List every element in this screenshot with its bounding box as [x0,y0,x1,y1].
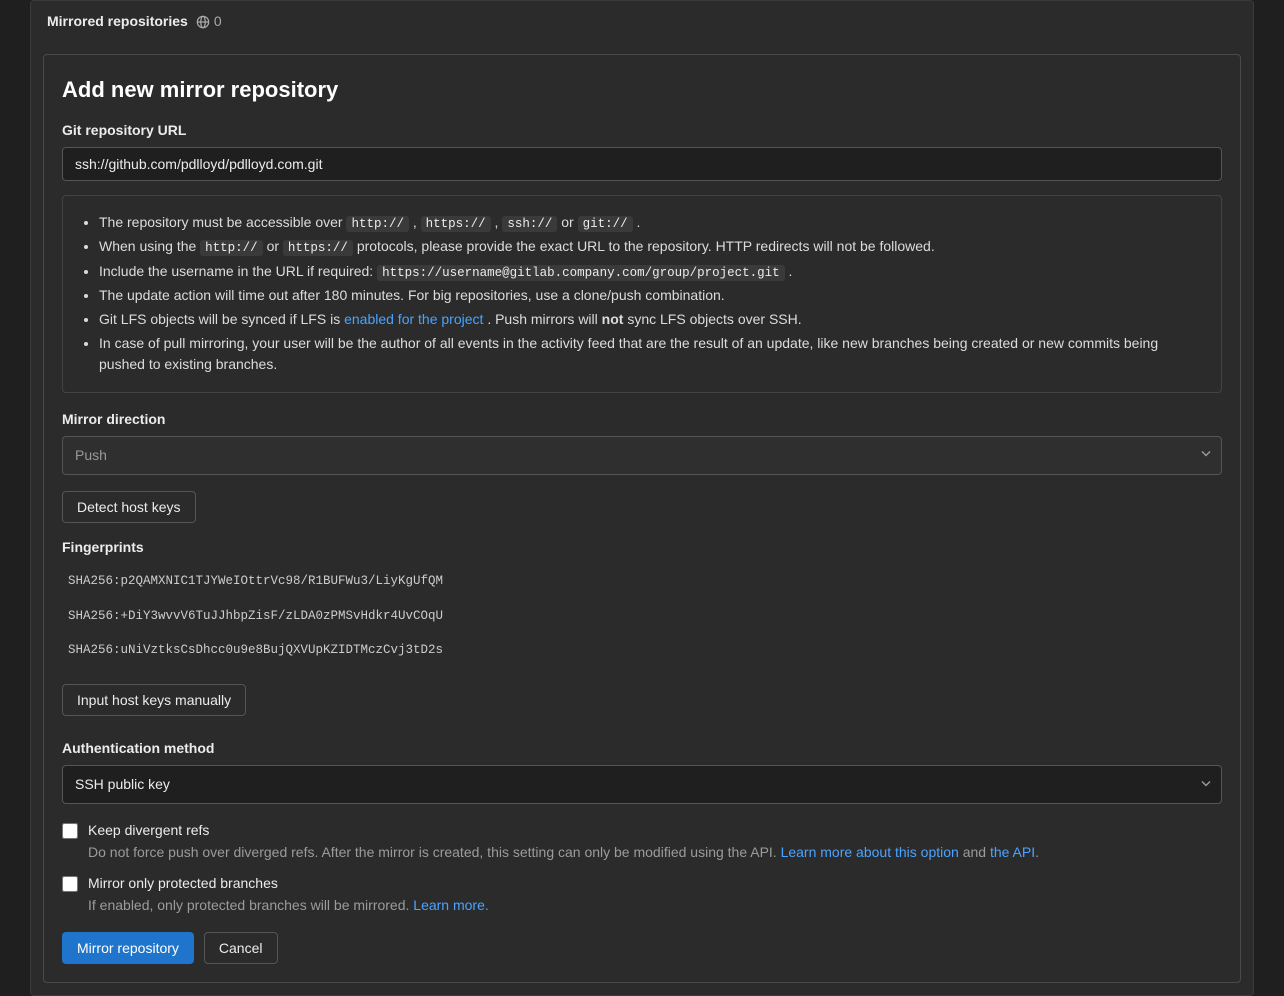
the-api-link[interactable]: the API [990,844,1035,860]
fingerprint-line: SHA256:+DiY3wvvV6TuJJhbpZisF/zLDA0zPMSvH… [62,599,1222,634]
button-row: Mirror repository Cancel [62,932,1222,964]
git-url-label: Git repository URL [62,120,1222,141]
git-url-input[interactable] [62,147,1222,181]
learn-more-link[interactable]: Learn more. [413,897,488,913]
help-item-protocols: The repository must be accessible over h… [99,212,1203,234]
keep-divergent-row: Keep divergent refs Do not force push ov… [62,820,1222,863]
keep-divergent-checkbox[interactable] [62,823,78,839]
help-item-username: Include the username in the URL if requi… [99,261,1203,283]
fingerprint-line: SHA256:p2QAMXNIC1TJYWeIOttrVc98/R1BUFWu3… [62,564,1222,599]
learn-more-option-link[interactable]: Learn more about this option [781,844,959,860]
mirror-protected-label: Mirror only protected branches [88,873,489,894]
auth-method-label: Authentication method [62,738,1222,759]
panel-title: Mirrored repositories [47,11,188,32]
help-item-lfs: Git LFS objects will be synced if LFS is… [99,309,1203,331]
fingerprints-block: SHA256:p2QAMXNIC1TJYWeIOttrVc98/R1BUFWu3… [62,564,1222,668]
add-mirror-card: Add new mirror repository Git repository… [43,54,1241,983]
panel-header: Mirrored repositories 0 [31,1,1253,42]
cancel-button[interactable]: Cancel [204,932,278,964]
help-item-exact-url: When using the http:// or https:// proto… [99,236,1203,258]
globe-icon: 0 [196,11,222,32]
mirror-direction-label: Mirror direction [62,409,1222,430]
url-help-box: The repository must be accessible over h… [62,195,1222,393]
keep-divergent-label: Keep divergent refs [88,820,1039,841]
mirror-protected-desc: If enabled, only protected branches will… [88,895,489,916]
repo-count: 0 [214,11,222,32]
card-title: Add new mirror repository [62,73,1222,106]
help-item-timeout: The update action will time out after 18… [99,285,1203,307]
mirrored-repos-panel: Mirrored repositories 0 Add new mirror r… [30,0,1254,996]
mirror-repository-button[interactable]: Mirror repository [62,932,194,964]
auth-method-select[interactable]: SSH public key [62,765,1222,804]
fingerprints-label: Fingerprints [62,537,1222,558]
input-host-keys-button[interactable]: Input host keys manually [62,684,246,716]
lfs-enabled-link[interactable]: enabled for the project [344,311,483,327]
mirror-protected-checkbox[interactable] [62,876,78,892]
fingerprint-line: SHA256:uNiVztksCsDhcc0u9e8BujQXVUpKZIDTM… [62,633,1222,668]
help-item-pull-mirror: In case of pull mirroring, your user wil… [99,333,1203,376]
mirror-direction-select[interactable]: Push [62,436,1222,475]
detect-host-keys-button[interactable]: Detect host keys [62,491,196,523]
keep-divergent-desc: Do not force push over diverged refs. Af… [88,842,1039,863]
